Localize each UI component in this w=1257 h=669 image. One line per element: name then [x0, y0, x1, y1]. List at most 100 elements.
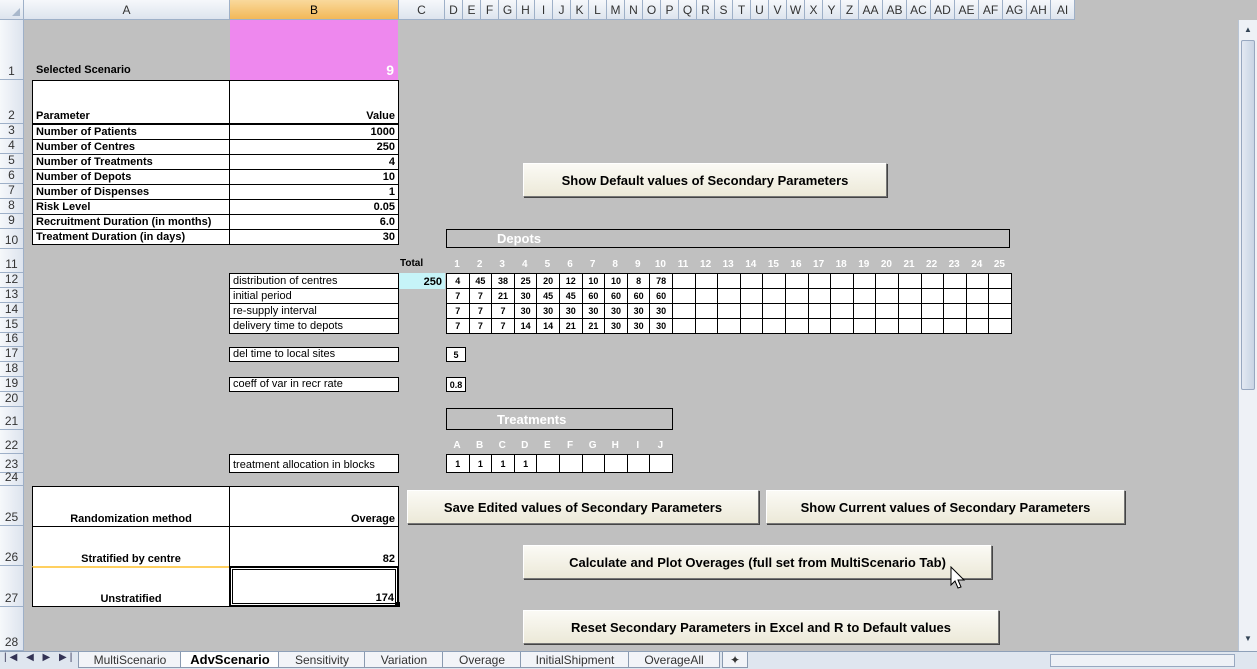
tab-nav-arrows-icon[interactable]: |◀ ◀ ▶ ▶| [4, 652, 75, 663]
depot-cell[interactable] [785, 318, 809, 334]
column-header-d[interactable]: D [445, 0, 463, 20]
depot-cell[interactable] [694, 273, 719, 289]
column-header-af[interactable]: AF [979, 0, 1003, 20]
treatment-cell[interactable] [604, 454, 628, 473]
column-header-t[interactable]: T [733, 0, 751, 20]
depot-cell[interactable]: 7 [446, 303, 470, 319]
row-header-10[interactable]: 10 [0, 229, 24, 249]
depot-cell[interactable] [717, 288, 741, 304]
depot-cell[interactable] [807, 318, 832, 334]
depot-cell[interactable]: 30 [581, 303, 606, 319]
reset-secondary-parameters-button[interactable]: Reset Secondary Parameters in Excel and … [523, 610, 999, 644]
depot-cell[interactable] [898, 288, 922, 304]
depot-cell[interactable] [830, 288, 854, 304]
row-header-12[interactable]: 12 [0, 272, 24, 288]
column-header-b[interactable]: B [230, 0, 399, 20]
depot-cell[interactable]: 30 [536, 303, 560, 319]
row-header-24[interactable]: 24 [0, 470, 24, 486]
tab-overageall[interactable]: OverageAll [628, 652, 720, 668]
column-header-s[interactable]: S [715, 0, 733, 20]
depot-cell[interactable] [830, 318, 854, 334]
treatment-cell[interactable]: 1 [491, 454, 515, 473]
depot-cell[interactable]: 60 [604, 288, 628, 304]
depot-cell[interactable]: 7 [468, 288, 493, 304]
column-header-n[interactable]: N [625, 0, 643, 20]
tab-advscenario[interactable]: AdvScenario [180, 652, 280, 668]
column-header-ag[interactable]: AG [1003, 0, 1027, 20]
column-header-o[interactable]: O [643, 0, 661, 20]
depot-cell[interactable]: 30 [604, 318, 628, 334]
param-value[interactable]: 0.05 [229, 199, 399, 215]
depot-cell[interactable] [694, 318, 719, 334]
depot-cell[interactable] [807, 288, 832, 304]
depot-cell[interactable] [875, 288, 899, 304]
column-header-aa[interactable]: AA [859, 0, 883, 20]
column-header-c[interactable]: C [399, 0, 445, 20]
depot-cell[interactable] [762, 303, 786, 319]
depot-cell[interactable] [739, 273, 764, 289]
depot-cell[interactable] [920, 318, 945, 334]
depot-cell[interactable]: 7 [491, 318, 515, 334]
treatment-cell[interactable] [581, 454, 606, 473]
tab-overage[interactable]: Overage [442, 652, 522, 668]
depot-cell[interactable] [988, 303, 1012, 319]
depot-cell[interactable]: 30 [626, 318, 651, 334]
treatment-cell[interactable]: 1 [468, 454, 493, 473]
depot-cell[interactable]: 30 [649, 303, 673, 319]
column-header-w[interactable]: W [787, 0, 805, 20]
depot-cell[interactable] [717, 303, 741, 319]
depot-cell[interactable] [988, 273, 1012, 289]
column-header-ab[interactable]: AB [883, 0, 907, 20]
treatment-cell[interactable] [626, 454, 651, 473]
depot-cell[interactable] [672, 273, 696, 289]
column-header-p[interactable]: P [661, 0, 679, 20]
row-header-16[interactable]: 16 [0, 331, 24, 347]
row-header-20[interactable]: 20 [0, 391, 24, 407]
column-header-v[interactable]: V [769, 0, 787, 20]
calculate-plot-overages-button[interactable]: Calculate and Plot Overages (full set fr… [523, 545, 992, 579]
scroll-down-icon[interactable]: ▼ [1241, 632, 1255, 646]
depot-cell[interactable] [694, 288, 719, 304]
row-header-22[interactable]: 22 [0, 430, 24, 454]
depot-cell[interactable]: 38 [491, 273, 515, 289]
vertical-scrollbar[interactable]: ▲ ▼ [1238, 20, 1257, 651]
depot-cell[interactable] [739, 288, 764, 304]
param-value[interactable]: 4 [229, 154, 399, 170]
depot-cell[interactable] [672, 318, 696, 334]
horizontal-scrollbar[interactable] [1050, 654, 1235, 667]
column-header-ae[interactable]: AE [955, 0, 979, 20]
row-header-7[interactable]: 7 [0, 183, 24, 199]
row-header-2[interactable]: 2 [0, 80, 24, 124]
depot-cell[interactable] [717, 318, 741, 334]
depot-cell[interactable]: 21 [581, 318, 606, 334]
selected-scenario-value[interactable]: 9 [230, 20, 398, 80]
depot-cell[interactable] [672, 288, 696, 304]
depot-cell[interactable] [898, 318, 922, 334]
depot-cell[interactable]: 4 [446, 273, 470, 289]
del-time-value[interactable]: 5 [446, 347, 466, 362]
depot-cell[interactable]: 60 [581, 288, 606, 304]
depot-cell[interactable] [898, 303, 922, 319]
depot-cell[interactable]: 8 [626, 273, 651, 289]
depot-cell[interactable] [943, 273, 967, 289]
depot-cell[interactable] [807, 273, 832, 289]
column-header-z[interactable]: Z [841, 0, 859, 20]
coeff-value[interactable]: 0.8 [446, 377, 466, 392]
treatment-cell[interactable]: 1 [513, 454, 538, 473]
depot-cell[interactable] [988, 288, 1012, 304]
tab-variation[interactable]: Variation [364, 652, 444, 668]
depot-cell[interactable] [807, 303, 832, 319]
scroll-thumb[interactable] [1241, 40, 1255, 390]
row-header-3[interactable]: 3 [0, 123, 24, 139]
save-edited-values-button[interactable]: Save Edited values of Secondary Paramete… [407, 490, 759, 524]
param-value[interactable]: 10 [229, 169, 399, 185]
param-value[interactable]: 30 [229, 229, 399, 245]
row-header-19[interactable]: 19 [0, 376, 24, 392]
column-header-i[interactable]: I [535, 0, 553, 20]
param-value[interactable]: 1000 [229, 124, 399, 140]
depot-cell[interactable]: 12 [559, 273, 583, 289]
treatment-cell[interactable] [536, 454, 560, 473]
depot-cell[interactable]: 60 [649, 288, 673, 304]
depot-cell[interactable] [965, 303, 990, 319]
depot-cell[interactable]: 78 [649, 273, 673, 289]
